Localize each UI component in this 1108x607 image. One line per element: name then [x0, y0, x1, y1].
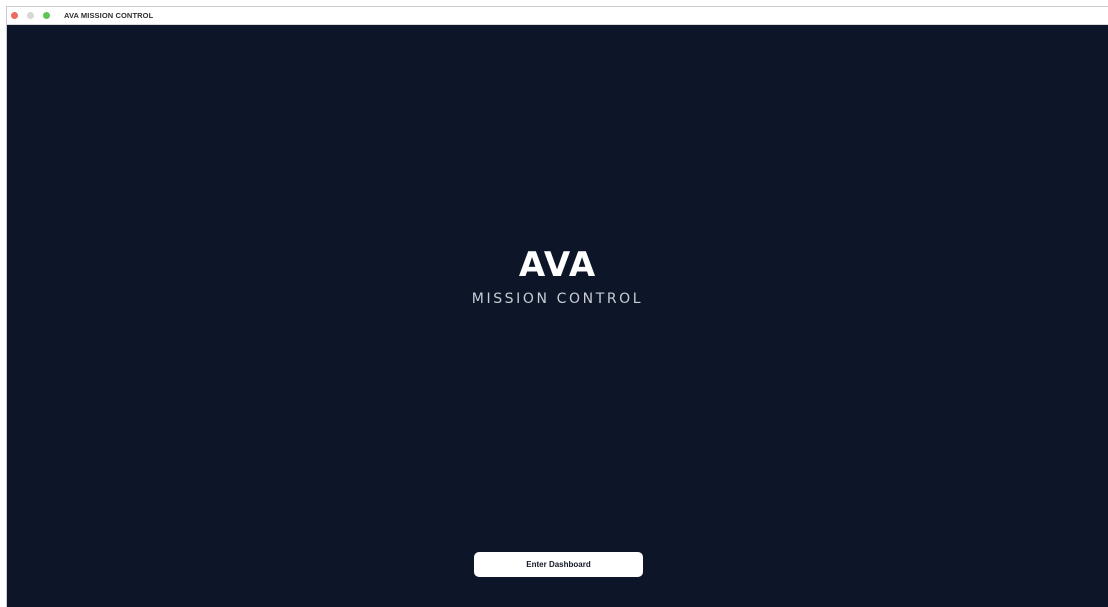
- minimize-window-button[interactable]: [27, 12, 34, 19]
- title-bar: AVA MISSION CONTROL: [7, 7, 1108, 25]
- mission-control-subtitle: MISSION CONTROL: [471, 291, 644, 307]
- enter-dashboard-button[interactable]: Enter Dashboard: [474, 552, 643, 577]
- app-window: AVA MISSION CONTROL AVA MISSION CONTROL …: [6, 6, 1108, 607]
- window-controls: [11, 12, 59, 19]
- maximize-window-button[interactable]: [43, 12, 50, 19]
- ava-logo: AVA: [518, 245, 597, 285]
- window-title: AVA MISSION CONTROL: [64, 11, 154, 20]
- close-window-button[interactable]: [11, 12, 18, 19]
- splash-screen: AVA MISSION CONTROL Enter Dashboard: [7, 25, 1108, 607]
